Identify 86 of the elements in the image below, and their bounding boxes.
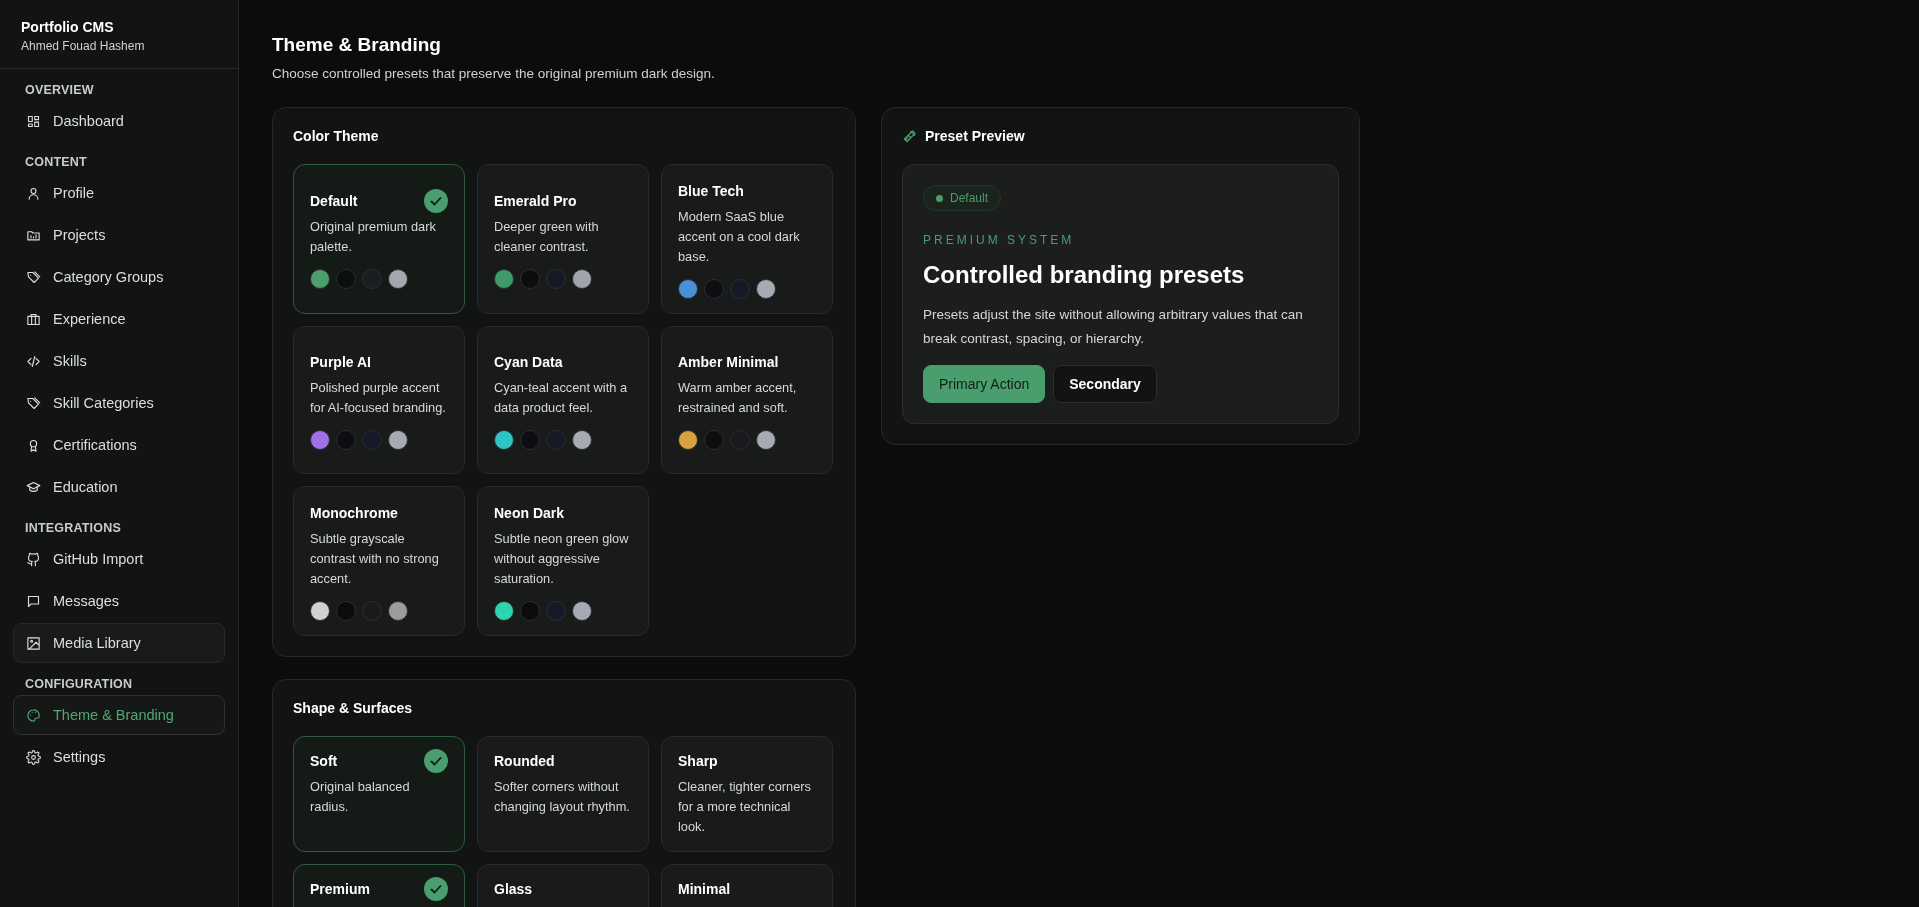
preset-name: Amber Minimal	[678, 354, 779, 370]
theme-preset-card[interactable]: Cyan Data Cyan-teal accent with a data product feel.	[477, 326, 649, 474]
tag-icon	[26, 395, 41, 411]
sidebar-item[interactable]: Media Library	[13, 623, 225, 663]
shape-preset-card[interactable]: Premium	[293, 864, 465, 907]
preset-name: Glass	[494, 881, 533, 897]
github-icon	[26, 551, 41, 567]
preset-description: Warm amber accent, restrained and soft.	[678, 379, 798, 417]
dashboard-icon	[26, 113, 41, 129]
preset-description: Subtle neon green glow without aggressive saturation.	[494, 530, 630, 588]
preset-name: Rounded	[494, 753, 555, 769]
theme-preset-card[interactable]: Amber Minimal Warm amber accent, restrained and soft.	[661, 326, 833, 474]
sidebar-item[interactable]: Education	[13, 467, 225, 507]
shape-preset-card[interactable]: Rounded Softer corners without changing layout rhythm.	[477, 736, 649, 852]
check-icon	[424, 877, 448, 901]
preset-name: Purple AI	[310, 354, 371, 370]
eyebrow-label: PREMIUM SYSTEM	[923, 233, 1076, 247]
theme-preset-card[interactable]: Neon Dark Subtle neon green glow without aggressive saturation.	[477, 486, 649, 636]
shape-preset-card[interactable]: Sharp Cleaner, tighter corners for a more technical look.	[661, 736, 833, 852]
theme-preset-card[interactable]: Emerald Pro Deeper green with cleaner contrast.	[477, 164, 649, 314]
sidebar-item[interactable]: Certifications	[13, 425, 225, 465]
preset-name: Premium	[310, 881, 370, 897]
preset-name: Soft	[310, 753, 338, 769]
person-icon	[26, 185, 41, 201]
palette-icon	[26, 707, 41, 723]
preset-name: Sharp	[678, 753, 718, 769]
chat-bubble-icon	[26, 593, 41, 609]
preset-name: Cyan Data	[494, 354, 563, 370]
preset-description: Deeper green with cleaner contrast.	[494, 218, 600, 256]
preset-description: Original premium dark palette.	[310, 218, 437, 256]
preset-description: Softer corners without changing layout rhythm.	[494, 778, 631, 816]
page-title: Theme & Branding	[272, 34, 442, 56]
sidebar-item[interactable]: Settings	[13, 737, 225, 777]
preview-heading: Controlled branding presets	[923, 261, 1246, 289]
code-icon	[26, 353, 41, 369]
preset-name: Default	[310, 193, 358, 209]
brand-name: Portfolio CMS	[21, 19, 115, 35]
preset-description: Polished purple accent for AI-focused branding.	[310, 379, 447, 417]
theme-preset-card[interactable]: Monochrome Subtle grayscale contrast with no strong accent.	[293, 486, 465, 636]
preset-name: Emerald Pro	[494, 193, 577, 209]
brush-icon	[902, 128, 917, 144]
nav-section-heading: CONTENT	[24, 154, 88, 171]
page-subtitle: Choose controlled presets that preserve the original premium dark design.	[272, 66, 716, 81]
preset-name: Monochrome	[310, 505, 398, 521]
shape-preset-card[interactable]: Glass	[477, 864, 649, 907]
sidebar-item[interactable]: Skills	[13, 341, 225, 381]
panel-title: Color Theme	[293, 128, 380, 144]
nav-section-heading: INTEGRATIONS	[24, 520, 122, 537]
theme-preset-card[interactable]: Blue Tech Modern SaaS blue accent on a cool dark base.	[661, 164, 833, 314]
sidebar-item[interactable]: Profile	[13, 173, 225, 213]
sidebar-item[interactable]: Category Groups	[13, 257, 225, 297]
check-icon	[424, 189, 448, 213]
settings-icon	[26, 749, 41, 765]
sidebar-item[interactable]: GitHub Import	[13, 539, 225, 579]
preset-description: Subtle grayscale contrast with no strong accent.	[310, 530, 440, 588]
nav-section-heading: CONFIGURATION	[24, 676, 134, 693]
image-icon	[26, 635, 41, 651]
preview-body: Presets adjust the site without allowing arbitrary values that can break contrast, spacing, or hierarchy.	[923, 306, 1304, 348]
sidebar-item[interactable]: Skill Categories	[13, 383, 225, 423]
secondary-button[interactable]: Secondary	[1053, 365, 1157, 403]
sidebar-item[interactable]: Messages	[13, 581, 225, 621]
preset-description: Cyan-teal accent with a data product feel.	[494, 379, 628, 417]
nav-section-heading: OVERVIEW	[24, 82, 95, 99]
shape-preset-card[interactable]: Soft Original balanced radius.	[293, 736, 465, 852]
owner-name: Ahmed Fouad Hashem	[21, 39, 146, 53]
preset-name: Blue Tech	[678, 183, 744, 199]
panel-title: Preset Preview	[925, 128, 1025, 144]
preset-name: Neon Dark	[494, 505, 565, 521]
briefcase-icon	[26, 311, 41, 327]
sidebar-item[interactable]: Dashboard	[13, 101, 225, 141]
tag-icon	[26, 269, 41, 285]
preset-name: Minimal	[678, 881, 731, 897]
sidebar-item[interactable]: Theme & Branding	[13, 695, 225, 735]
preset-description: Cleaner, tighter corners for a more technical look.	[678, 778, 812, 836]
preset-badge: Default	[923, 185, 1002, 211]
sidebar-item[interactable]: Projects	[13, 215, 225, 255]
graduation-cap-icon	[26, 479, 41, 495]
shape-preset-card[interactable]: Minimal	[661, 864, 833, 907]
preset-description: Modern SaaS blue accent on a cool dark base.	[678, 208, 801, 266]
primary-action-button[interactable]: Primary Action	[923, 365, 1046, 403]
panel-title: Shape & Surfaces	[293, 700, 414, 716]
check-icon	[424, 749, 448, 773]
theme-preset-card[interactable]: Default Original premium dark palette.	[293, 164, 465, 314]
sidebar-item[interactable]: Experience	[13, 299, 225, 339]
preset-description: Original balanced radius.	[310, 778, 411, 816]
theme-preset-card[interactable]: Purple AI Polished purple accent for AI-focused branding.	[293, 326, 465, 474]
